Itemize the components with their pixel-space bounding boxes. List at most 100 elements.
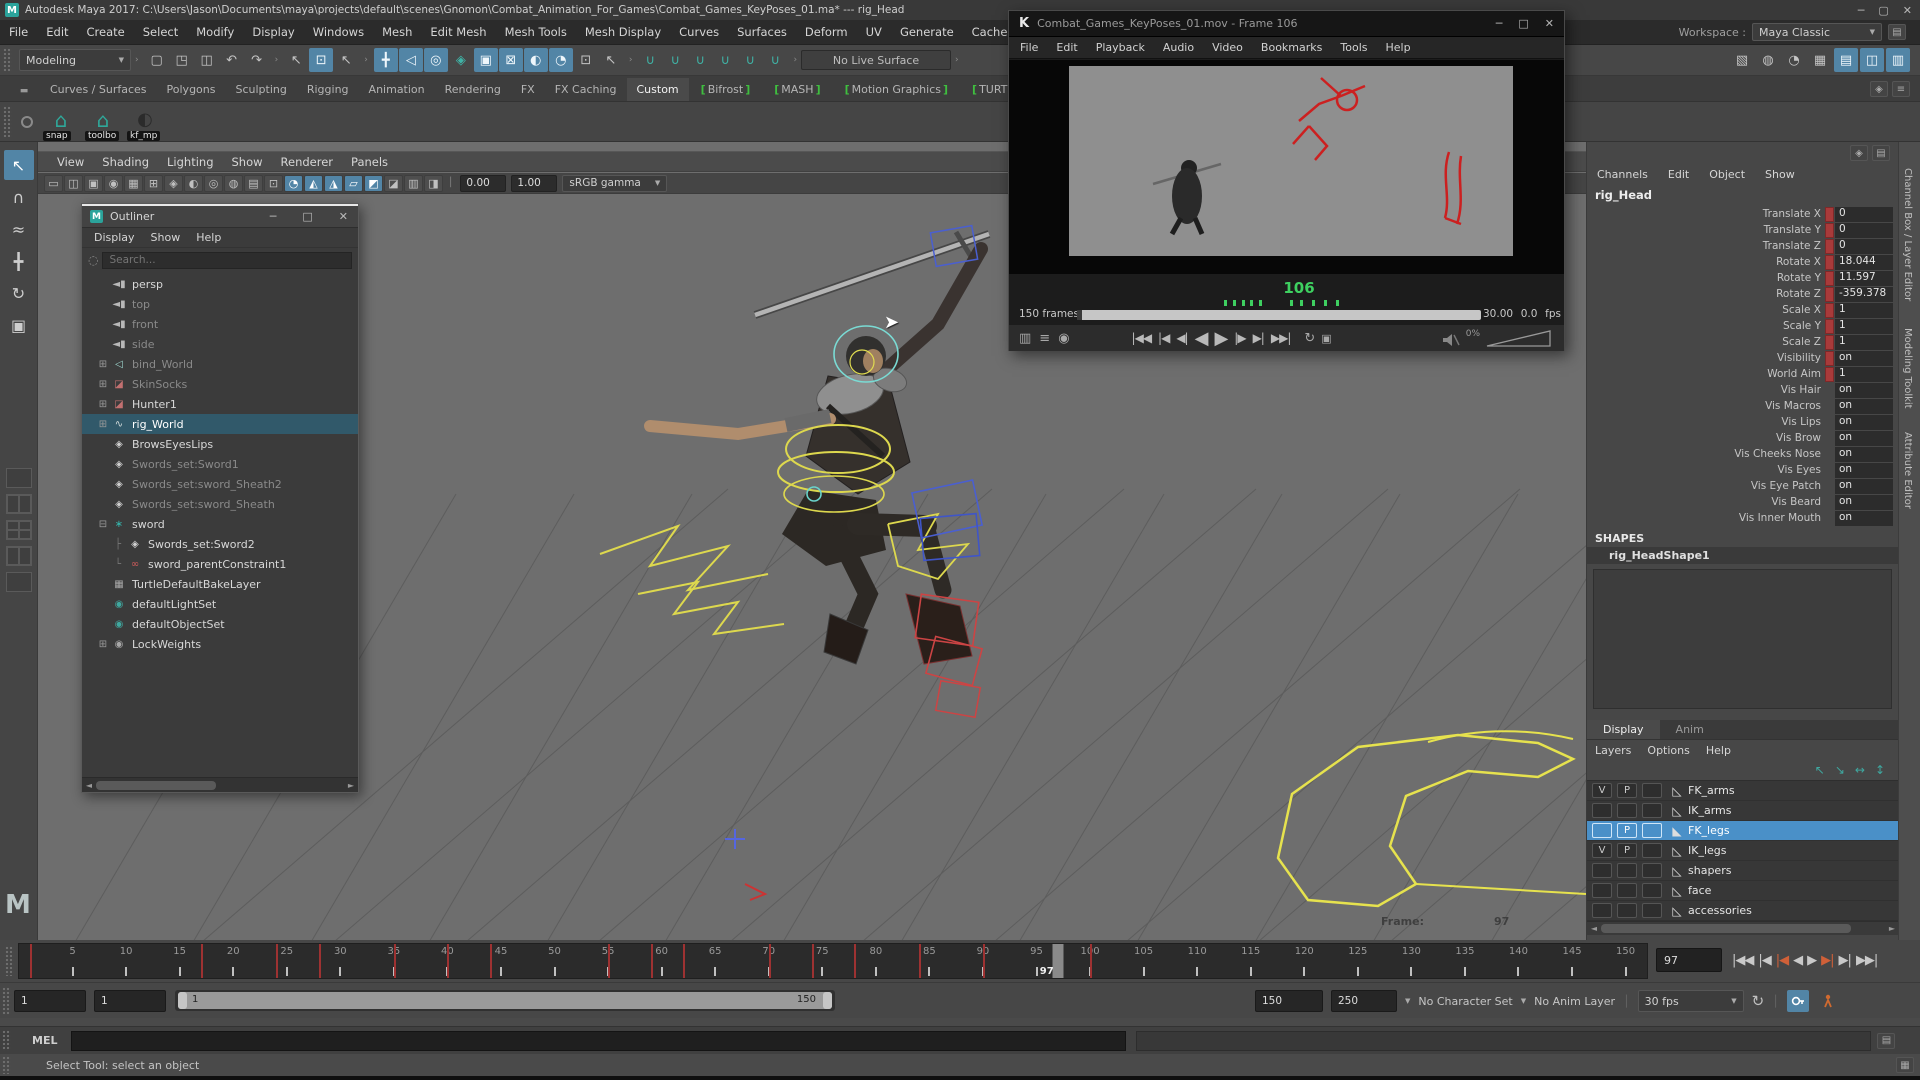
menu-item-channels[interactable]: Channels (1587, 168, 1658, 181)
layer-visibility-toggle[interactable] (1592, 903, 1612, 918)
scroll-right-icon[interactable]: ► (1885, 924, 1899, 933)
hold-frame-icon[interactable]: ▣ (1321, 332, 1331, 345)
viewport-toolbar-icon-11[interactable]: ⊡ (264, 175, 283, 192)
viewport-toolbar-icon-5[interactable]: ⊞ (144, 175, 163, 192)
snap-together-icon[interactable]: ◐ (524, 48, 548, 72)
close-window-icon[interactable]: ✕ (1545, 17, 1554, 30)
outliner-item-top[interactable]: ◄▮top (82, 294, 358, 314)
channel-value-field[interactable]: on (1835, 511, 1893, 526)
step-forward-key-button[interactable]: ▶| (1253, 331, 1264, 345)
outliner-window[interactable]: M Outliner ─ □ ✕ DisplayShowHelp ◌ ◄▮per… (81, 203, 359, 793)
hypershade-icon[interactable]: ▦ (1808, 48, 1832, 72)
channel-value-field[interactable]: 18.044 (1835, 255, 1893, 270)
scroll-left-icon[interactable]: ◄ (1587, 924, 1601, 933)
menu-item-help[interactable]: Help (1377, 41, 1420, 54)
outliner-item-swords-set-sword2[interactable]: ├◈Swords_set:Sword2 (82, 534, 358, 554)
volume-slider[interactable] (1486, 329, 1552, 347)
menu-item-view[interactable]: View (48, 155, 93, 169)
shape-node-name[interactable]: rig_HeadShape1 (1587, 547, 1898, 564)
shelf-option-icon[interactable] (21, 116, 33, 128)
layer-color-swatch[interactable] (1642, 903, 1662, 918)
menu-item-edit[interactable]: Edit (37, 25, 77, 39)
menu-item-object[interactable]: Object (1699, 168, 1755, 181)
step-forward-frame-button[interactable]: |▶ (1234, 331, 1245, 345)
outliner-item-lockweights[interactable]: ⊞◉LockWeights (82, 634, 358, 654)
play-backwards-button[interactable]: ◀ (1793, 953, 1802, 968)
viewport-toolbar-icon-8[interactable]: ◎ (204, 175, 223, 192)
playlist-icon[interactable]: ≡ (1039, 331, 1050, 346)
shelf-item-snap[interactable]: ⌂snap (43, 105, 79, 139)
shelf-collapse-icon[interactable]: ▬ (14, 86, 34, 96)
menu-item-renderer[interactable]: Renderer (272, 155, 343, 169)
menu-item-mesh-tools[interactable]: Mesh Tools (496, 25, 576, 39)
anim-layer-dropdown[interactable]: No Anim Layer (1534, 995, 1615, 1008)
lock-selection-icon[interactable]: ⊡ (574, 48, 598, 72)
shelf-tab-bifrost[interactable]: [Bifrost] (689, 78, 763, 101)
construction-history-icon[interactable]: ∪ (688, 48, 712, 72)
snap-to-grid-icon[interactable]: ╋ (374, 48, 398, 72)
snap-help-icon[interactable]: ◔ (549, 48, 573, 72)
toolbar-drag-handle[interactable] (3, 48, 12, 72)
timeline-ruler[interactable]: 5101520253035404550556065707580859095100… (18, 943, 1648, 979)
layer-playback-toggle[interactable]: P (1617, 843, 1637, 858)
menu-item-help[interactable]: Help (1698, 744, 1739, 757)
range-drag-handle[interactable] (2, 987, 11, 1015)
color-palette-icon[interactable]: ◉ (1058, 331, 1069, 346)
sidebar-toggle-icon[interactable]: ◫ (1860, 48, 1884, 72)
scroll-right-icon[interactable]: ► (344, 781, 358, 790)
menu-item-display[interactable]: Display (243, 25, 303, 39)
chevron-down-icon[interactable]: ▼ (1405, 997, 1410, 1005)
paint-select-tool[interactable]: ≈ (4, 214, 34, 244)
menu-item-mesh[interactable]: Mesh (373, 25, 421, 39)
outliner-item-hunter1[interactable]: ⊞◪Hunter1 (82, 394, 358, 414)
animation-start-field[interactable]: 1 (14, 990, 86, 1012)
menu-item-help[interactable]: Help (188, 231, 229, 244)
layer-row-ik-legs[interactable]: VP◺IK_legs (1587, 841, 1899, 861)
menu-item-create[interactable]: Create (78, 25, 134, 39)
loop-playback-icon[interactable]: ↻ (1304, 331, 1315, 346)
rotate-tool[interactable]: ↻ (4, 278, 34, 308)
outliner-item-sword-parentconstraint1[interactable]: └∞sword_parentConstraint1 (82, 554, 358, 574)
new-layer-icon[interactable]: ↕ (1875, 763, 1885, 777)
fps-dropdown[interactable]: 30 fps▼ (1638, 990, 1744, 1012)
current-time-field[interactable]: 97 (1656, 948, 1722, 972)
channel-slider-mode-icon[interactable]: ◈ (1850, 145, 1868, 161)
open-scene-icon[interactable]: ◳ (170, 48, 194, 72)
outliner-item-bind-world[interactable]: ⊞◁bind_World (82, 354, 358, 374)
toolbar-collapse-icon[interactable]: › (955, 55, 959, 65)
close-window-icon[interactable]: ✕ (1903, 4, 1912, 17)
channel-value-field[interactable]: on (1835, 447, 1893, 462)
scrollbar-thumb[interactable] (1601, 924, 1851, 933)
outliner-item-swords-set-sword1[interactable]: ◈Swords_set:Sword1 (82, 454, 358, 474)
outliner-item-rig-world[interactable]: ⊞∿rig_World (82, 414, 358, 434)
layout-outliner-persp-button[interactable] (6, 546, 32, 566)
shelf-tab-mash[interactable]: [MASH] (762, 78, 832, 101)
outliner-title-bar[interactable]: M Outliner ─ □ ✕ (82, 204, 358, 228)
outliner-item-defaultobjectset[interactable]: ◉defaultObjectSet (82, 614, 358, 634)
outliner-item-defaultlightset[interactable]: ◉defaultLightSet (82, 594, 358, 614)
command-drag-handle[interactable] (2, 1030, 11, 1052)
layer-color-swatch[interactable] (1642, 843, 1662, 858)
save-scene-icon[interactable]: ◫ (195, 48, 219, 72)
layer-row-face[interactable]: ◺face (1587, 881, 1899, 901)
playback-progress-bar[interactable] (1077, 310, 1481, 320)
menu-item-show[interactable]: Show (223, 155, 272, 169)
character-mesh[interactable] (650, 232, 989, 664)
layer-color-swatch[interactable] (1642, 823, 1662, 838)
playback-end-field[interactable]: 150 (1255, 990, 1323, 1012)
shelf-tab-motion-graphics[interactable]: [Motion Graphics] (833, 78, 960, 101)
render-settings-icon[interactable]: ◔ (1782, 48, 1806, 72)
channel-value-field[interactable]: 1 (1835, 303, 1893, 318)
channel-value-field[interactable]: 1 (1835, 319, 1893, 334)
scroll-left-icon[interactable]: ◄ (82, 781, 96, 790)
layer-visibility-toggle[interactable]: V (1592, 783, 1612, 798)
outliner-item-browseyeslips[interactable]: ◈BrowsEyesLips (82, 434, 358, 454)
toolbar-collapse-icon[interactable]: › (793, 55, 797, 65)
viewport-toolbar-icon-4[interactable]: ▦ (124, 175, 143, 192)
play-forward-button[interactable]: ▶ (1214, 328, 1227, 349)
menu-item-deform[interactable]: Deform (796, 25, 857, 39)
menu-item-shading[interactable]: Shading (93, 155, 158, 169)
minimize-window-icon[interactable]: ─ (1496, 17, 1503, 30)
render-view-icon[interactable]: ▧ (1730, 48, 1754, 72)
go-to-start-button[interactable]: |◀◀ (1732, 953, 1753, 968)
